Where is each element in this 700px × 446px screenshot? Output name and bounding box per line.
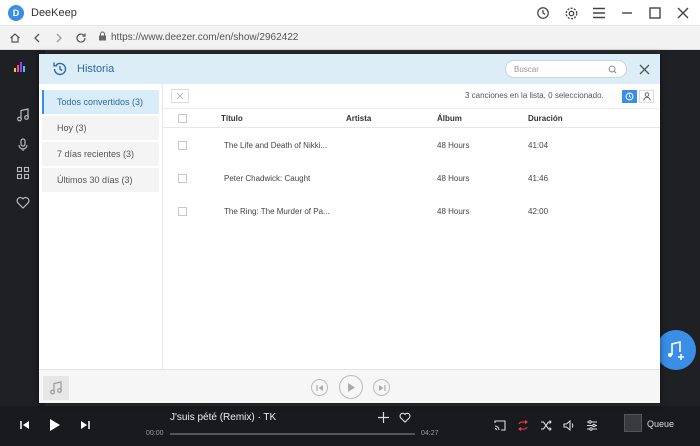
back-icon[interactable] (26, 27, 48, 49)
total-time: 04:27 (421, 430, 439, 437)
favorite-icon[interactable] (396, 408, 414, 426)
row-duration: 42:00 (528, 207, 549, 216)
app-logo: D (8, 4, 24, 21)
select-all-checkbox[interactable] (178, 114, 187, 123)
selection-count: 3 canciones en la lista, 0 seleccionado. (465, 91, 604, 100)
search-icon[interactable] (606, 63, 618, 75)
filter-label: Todos convertidos (3) (57, 97, 144, 107)
dialog-player (39, 369, 660, 403)
view-by-artist-button[interactable] (639, 90, 654, 103)
home-icon[interactable] (4, 27, 26, 49)
cast-icon[interactable] (491, 416, 509, 434)
queue-label[interactable]: Queue (647, 419, 674, 429)
column-duration[interactable]: Duración (528, 114, 563, 123)
player-bar: J'suis pété (Remix) · TK 00:00 04:27 Que… (0, 406, 700, 446)
previous-icon[interactable] (16, 416, 34, 434)
filter-label: 7 días recientes (3) (57, 149, 135, 159)
next-icon[interactable] (76, 416, 94, 434)
filter-all-converted[interactable]: Todos convertidos (3) (42, 90, 159, 114)
app-title: DeeKeep (31, 6, 77, 19)
search-input[interactable] (514, 64, 606, 74)
menu-icon[interactable] (590, 4, 608, 22)
row-duration: 41:04 (528, 141, 549, 150)
preview-previous-icon[interactable] (311, 379, 328, 396)
dialog-title: Historia (77, 63, 115, 75)
preview-play-icon[interactable] (339, 375, 363, 399)
search-box (505, 60, 627, 78)
view-by-time-button[interactable] (622, 90, 637, 103)
close-icon[interactable] (674, 4, 692, 22)
address-bar: https://www.deezer.com/en/show/2962422 (0, 26, 700, 50)
filter-label: Últimos 30 días (3) (57, 175, 133, 185)
add-icon[interactable] (374, 408, 392, 426)
dialog-header: Historia (39, 54, 660, 84)
shuffle-icon[interactable] (537, 416, 555, 434)
add-music-button[interactable] (656, 330, 696, 370)
history-icon (51, 60, 69, 78)
row-checkbox[interactable] (178, 174, 187, 183)
gear-icon[interactable] (562, 4, 580, 22)
minimize-icon[interactable] (618, 4, 636, 22)
grid-icon[interactable] (14, 164, 32, 182)
filter-last-30-days[interactable]: Últimos 30 días (3) (42, 168, 159, 192)
column-album[interactable]: Álbum (437, 114, 462, 123)
heart-icon[interactable] (14, 193, 32, 211)
title-bar: D DeeKeep (0, 0, 700, 26)
url-field[interactable]: https://www.deezer.com/en/show/2962422 (111, 32, 298, 43)
elapsed-time: 00:00 (146, 430, 164, 437)
progress-bar[interactable] (170, 433, 415, 435)
history-dialog: Historia Todos convertidos (3) Hoy (3) 7… (39, 54, 660, 403)
row-title: The Ring: The Murder of Pa... (224, 207, 330, 216)
delete-selected-button[interactable] (171, 89, 189, 103)
table-row[interactable]: The Life and Death of Nikki... 48 Hours … (163, 128, 660, 161)
table-header: Título Artista Álbum Duración (163, 108, 660, 128)
history-table: Título Artista Álbum Duración The Life a… (163, 108, 660, 227)
row-album: 48 Hours (437, 141, 470, 150)
filter-last-7-days[interactable]: 7 días recientes (3) (42, 142, 159, 166)
preview-next-icon[interactable] (373, 379, 390, 396)
row-checkbox[interactable] (178, 141, 187, 150)
column-title[interactable]: Título (221, 114, 243, 123)
filter-today[interactable]: Hoy (3) (42, 116, 159, 140)
row-album: 48 Hours (437, 174, 470, 183)
track-title: J'suis pété (Remix) · TK (170, 412, 277, 423)
list-toolbar: 3 canciones en la lista, 0 seleccionado. (163, 84, 660, 108)
row-title: The Life and Death of Nikki... (224, 141, 328, 150)
microphone-icon[interactable] (14, 136, 32, 154)
maximize-icon[interactable] (646, 4, 664, 22)
forward-icon[interactable] (48, 27, 70, 49)
table-row[interactable]: The Ring: The Murder of Pa... 48 Hours 4… (163, 194, 660, 227)
reload-icon[interactable] (70, 27, 92, 49)
dialog-close-icon[interactable] (637, 62, 651, 76)
repeat-icon[interactable] (514, 416, 532, 434)
filter-label: Hoy (3) (57, 123, 87, 133)
deezer-logo (14, 62, 25, 72)
music-note-icon (43, 376, 69, 400)
lock-icon (98, 31, 107, 44)
queue-cover[interactable] (624, 414, 642, 432)
play-icon[interactable] (46, 416, 64, 434)
row-duration: 41:46 (528, 174, 549, 183)
equalizer-icon[interactable] (583, 416, 601, 434)
history-icon[interactable] (534, 4, 552, 22)
history-filter-sidebar: Todos convertidos (3) Hoy (3) 7 días rec… (39, 84, 163, 369)
row-album: 48 Hours (437, 207, 470, 216)
column-artist[interactable]: Artista (346, 114, 371, 123)
volume-icon[interactable] (560, 416, 578, 434)
row-title: Peter Chadwick: Caught (224, 174, 311, 183)
row-checkbox[interactable] (178, 207, 187, 216)
table-row[interactable]: Peter Chadwick: Caught 48 Hours 41:46 (163, 161, 660, 194)
music-note-icon[interactable] (14, 106, 32, 124)
